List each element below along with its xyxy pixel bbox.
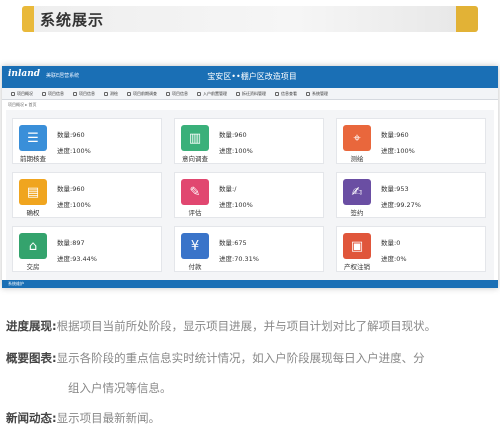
menu-item[interactable]: 项目信息 [70,91,98,97]
breadcrumb: 项目概况 ▸ 首页 [8,102,37,107]
description-news: 新闻动态:显示项目最新新闻。 [6,410,160,426]
description-term: 新闻动态: [6,411,57,425]
menu-item[interactable]: 项目前期调查 [124,91,160,97]
card-count: 数量:/ [219,185,237,193]
card-label: 评估 [188,209,202,217]
menu-icon [11,91,15,96]
card-label: 前期核查 [20,155,46,163]
stage-card[interactable]: ✎ 评估 数量:/ 进度:100% [174,172,324,218]
card-count: 数量:960 [219,131,247,139]
description-term: 进度展现: [6,319,57,333]
card-count: 数量:953 [381,185,409,193]
menu-item[interactable]: 入户前置管理 [194,91,230,97]
banner-accent-left [22,6,34,32]
card-progress: 进度:100% [57,201,91,209]
card-label: 确权 [26,209,40,217]
stage-card[interactable]: ☰ 前期核查 数量:960 进度:100% [12,118,162,164]
app-logo: inland [8,69,41,79]
card-progress: 进度:70.31% [219,255,259,263]
stage-card[interactable]: ▥ 意向调查 数量:960 进度:100% [174,118,324,164]
menu-item[interactable]: 拆迁资料管理 [233,91,269,97]
card-progress: 进度:100% [381,147,415,155]
footer-text: 系统维护 [8,281,24,286]
description-charts: 概要图表:显示各阶段的重点信息实时统计情况，如入户阶段展现每日入户进度、分 [6,350,425,366]
stage-card[interactable]: ✍ 签约 数量:953 进度:99.27% [336,172,486,218]
menu-item[interactable]: 系统管理 [303,91,331,97]
card-progress: 进度:93.44% [57,255,97,263]
description-text: 根据项目当前所处阶段，显示项目进展，并与项目计划对比了解项目现状。 [56,319,437,333]
menu-item[interactable]: 信息查看 [272,91,300,97]
menu-icon [197,91,201,96]
card-count: 数量:960 [381,131,409,139]
system-name: 美联E居营系统 [46,73,80,79]
description-progress: 进度展现:根据项目当前所处阶段，显示项目进展，并与项目计划对比了解项目现状。 [6,318,436,334]
card-progress: 进度:0% [381,255,407,263]
chart-search-icon: ▥ [181,125,209,151]
stage-card[interactable]: ⌂ 交房 数量:897 进度:93.44% [12,226,162,272]
menu-icon [166,91,170,96]
description-term: 概要图表: [6,351,57,365]
card-label: 交房 [26,263,40,271]
app-window: inland 美联E居营系统 宝安区••棚户区改造项目 项目概况 项目信息 项目… [2,66,498,288]
stage-card[interactable]: ▤ 确权 数量:960 进度:100% [12,172,162,218]
stage-card[interactable]: ▣ 产权注销 数量:0 进度:0% [336,226,486,272]
description-text: 显示各阶段的重点信息实时统计情况，如入户阶段展现每日入户进度、分 [56,351,425,365]
stage-card[interactable]: ¥ 付款 数量:675 进度:70.31% [174,226,324,272]
card-progress: 进度:100% [57,147,91,155]
cancel-icon: ▣ [343,233,371,259]
dashboard-content: ☰ 前期核查 数量:960 进度:100% ▥ 意向调查 数量:960 进度:1… [6,110,494,280]
description-text: 显示项目最新新闻。 [56,411,161,425]
card-label: 产权注销 [344,263,370,271]
building-icon: ▤ [19,179,47,205]
card-progress: 进度:99.27% [381,201,421,209]
banner-accent-right [456,6,478,32]
menu-item[interactable]: 项目信息 [39,91,67,97]
menu-icon [42,91,46,96]
menu-icon [127,91,131,96]
checklist-icon: ☰ [19,125,47,151]
card-progress: 进度:100% [219,147,253,155]
section-title: 系统展示 [40,11,105,29]
menu-icon [275,91,279,96]
menu-icon [73,91,77,96]
menu-item[interactable]: 测绘 [101,91,121,97]
map-pin-icon: ⌖ [343,125,371,151]
app-footer: 系统维护 [2,280,498,288]
card-count: 数量:675 [219,239,247,247]
house-key-icon: ⌂ [19,233,47,259]
description-charts-cont: 组入户情况等信息。 [68,380,172,396]
menu-bar: 项目概况 项目信息 项目信息 测绘 项目前期调查 项目信息 入户前置管理 拆迁资… [2,88,498,100]
card-label: 测绘 [350,155,364,163]
description-text: 组入户情况等信息。 [68,381,172,395]
contract-icon: ✍ [343,179,371,205]
card-progress: 进度:100% [219,201,253,209]
payment-icon: ¥ [181,233,209,259]
menu-item[interactable]: 项目概况 [8,91,36,97]
stage-card[interactable]: ⌖ 测绘 数量:960 进度:100% [336,118,486,164]
card-count: 数量:0 [381,239,401,247]
window-title: 宝安区••棚户区改造项目 [207,72,297,81]
menu-icon [306,91,310,96]
card-label: 意向调查 [182,155,208,163]
menu-icon [104,91,108,96]
menu-icon [236,91,240,96]
card-count: 数量:960 [57,131,85,139]
app-header: inland 美联E居营系统 宝安区••棚户区改造项目 [2,66,498,88]
card-count: 数量:897 [57,239,85,247]
card-label: 签约 [350,209,364,217]
menu-item[interactable]: 项目信息 [163,91,191,97]
card-label: 付款 [188,263,202,271]
card-count: 数量:960 [57,185,85,193]
evaluation-icon: ✎ [181,179,209,205]
